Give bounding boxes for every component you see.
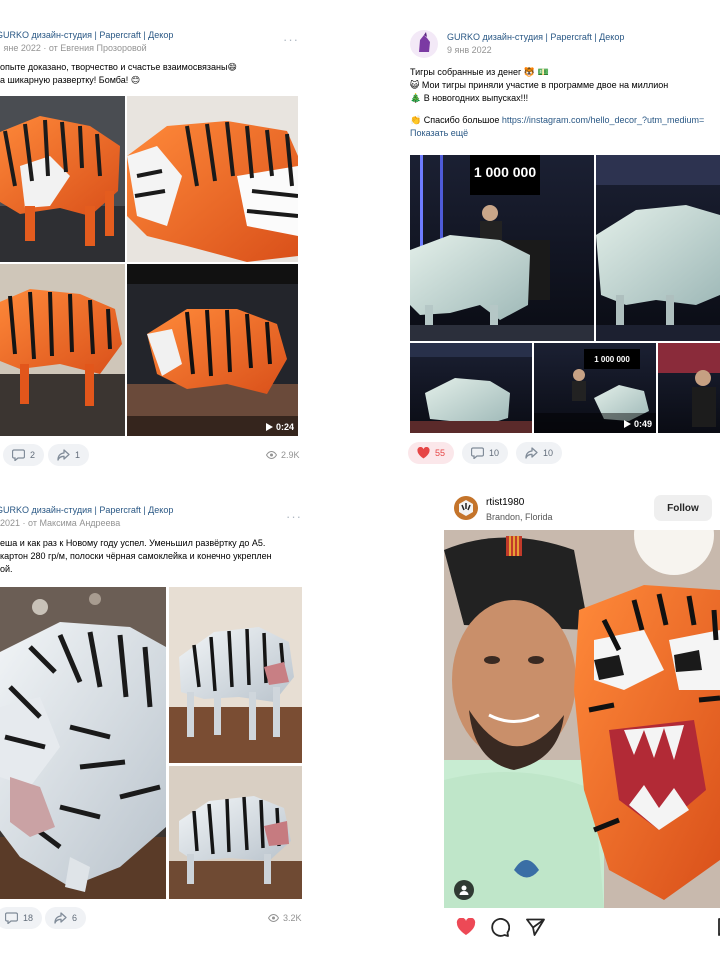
post-text: опыте доказано, творчество и счастье вза… [0, 61, 237, 87]
post-4-instagram: rtist1980 Brandon, Florida Follow [444, 484, 720, 944]
share-count: 6 [72, 913, 78, 923]
username[interactable]: rtist1980 [486, 497, 524, 508]
view-count: 2.9K [266, 450, 300, 460]
share-icon [54, 912, 67, 924]
comment-icon [471, 447, 484, 459]
post-text: еша и как раз к Новому году успел. Умень… [0, 537, 272, 576]
play-icon [623, 420, 631, 428]
like-button[interactable]: 55 [408, 442, 455, 464]
photo-orange-tiger-3[interactable] [0, 264, 125, 436]
person-icon[interactable] [454, 880, 474, 900]
post-group-name[interactable]: GURKO дизайн-студия | Papercraft | Декор [0, 505, 173, 515]
follow-button[interactable]: Follow [654, 495, 712, 521]
photo-tv-money-tiger-2[interactable] [596, 155, 720, 341]
thanks-text: 👏 Спасибо большое [410, 115, 502, 125]
share-count: 1 [75, 450, 81, 460]
heart-icon [417, 447, 430, 459]
post-text-line: картон 280 гр/м, полоски чёрная самоклей… [0, 551, 272, 561]
view-count-text: 2.9K [281, 450, 300, 460]
photo-white-tiger-3[interactable] [169, 766, 302, 899]
view-count: 3.2K [268, 913, 302, 923]
post-text-line: а шикарную развертку! Бомба! 😊 [0, 75, 141, 85]
post-group-name[interactable]: GURKO дизайн-студия | Papercraft | Декор [447, 32, 624, 42]
post-group-name[interactable]: GURKO дизайн-студия | Papercraft | Декор [0, 30, 173, 40]
post-text-line: 🎄 В новогодних выпусках!!! [410, 93, 529, 103]
ig-send-icon[interactable] [526, 918, 545, 936]
share-icon [57, 449, 70, 461]
video-duration: 0:24 [265, 422, 294, 432]
photo-tv-host[interactable] [658, 343, 720, 433]
post-text-line: 👏 Спасибо большое https://instagram.com/… [410, 114, 704, 127]
comment-icon [12, 449, 25, 461]
photo-tv-money-tiger-3[interactable] [410, 343, 532, 433]
heart-icon[interactable] [456, 918, 476, 936]
comment-count: 2 [30, 450, 36, 460]
group-avatar[interactable] [410, 30, 438, 58]
video-orange-tiger[interactable]: 0:24 [127, 264, 298, 436]
user-avatar[interactable] [454, 496, 478, 520]
post-meta: 2021 · от Максима Андреева [0, 518, 121, 528]
post-text: Тигры собранные из денег 🐯 💵 😺 Мои тигры… [410, 66, 704, 140]
instagram-link[interactable]: https://instagram.com/hello_decor_?utm_m… [502, 115, 704, 125]
photo-tv-money-tiger-1[interactable]: 1 000 000 [410, 155, 594, 341]
photo-white-tiger-2[interactable] [169, 587, 302, 763]
video-duration-text: 0:49 [633, 419, 652, 429]
share-button[interactable]: 10 [516, 442, 563, 464]
like-count: 55 [435, 448, 446, 458]
post-date: 9 янв 2022 [447, 45, 492, 55]
location[interactable]: Brandon, Florida [486, 512, 553, 522]
post-meta: · яне 2022 · от Евгения Прозоровой [0, 43, 147, 53]
eye-icon [266, 451, 277, 459]
show-more-link[interactable]: Показать ещё [410, 127, 704, 140]
ig-action-bar [456, 916, 720, 938]
photo-white-tiger-closeup[interactable] [0, 587, 166, 899]
post-1: GURKO дизайн-студия | Papercraft | Декор… [0, 28, 306, 476]
comment-button[interactable]: 10 [462, 442, 509, 464]
video-duration: 0:49 [623, 419, 652, 429]
more-icon[interactable]: ··· [283, 33, 299, 46]
share-button[interactable]: 6 [45, 907, 87, 929]
comment-count: 18 [23, 913, 34, 923]
post-text-line: Тигры собранные из денег 🐯 💵 [410, 67, 549, 77]
tv-score-small: 1 000 000 [594, 355, 630, 364]
share-button[interactable]: 1 [48, 444, 90, 466]
video-tv-money-tiger[interactable]: 1 000 000 0:49 [534, 343, 656, 433]
tv-score: 1 000 000 [474, 164, 536, 180]
comment-count: 10 [489, 448, 500, 458]
video-duration-text: 0:24 [275, 422, 294, 432]
photo-orange-tiger-2[interactable] [127, 96, 298, 262]
share-icon [525, 447, 538, 459]
post-text-line: еша и как раз к Новому году успел. Умень… [0, 538, 266, 548]
post-text-line: опыте доказано, творчество и счастье вза… [0, 62, 237, 72]
post-3: GURKO дизайн-студия | Papercraft | Декор… [0, 503, 306, 933]
post-text-line: ой. [0, 564, 13, 574]
play-icon [265, 423, 273, 431]
eye-icon [268, 914, 279, 922]
more-icon[interactable]: ··· [286, 510, 302, 523]
comment-button[interactable]: 2 [3, 444, 45, 466]
comment-icon [5, 912, 18, 924]
post-2: GURKO дизайн-студия | Papercraft | Декор… [400, 28, 720, 476]
photo-selfie-with-tiger-head[interactable] [444, 530, 720, 908]
post-text-line: 😺 Мои тигры приняли участие в программе … [410, 80, 669, 90]
photo-orange-tiger-1[interactable] [0, 96, 125, 262]
view-count-text: 3.2K [283, 913, 302, 923]
comment-button[interactable]: 18 [0, 907, 43, 929]
share-count: 10 [543, 448, 554, 458]
ig-comment-icon[interactable] [490, 918, 510, 937]
